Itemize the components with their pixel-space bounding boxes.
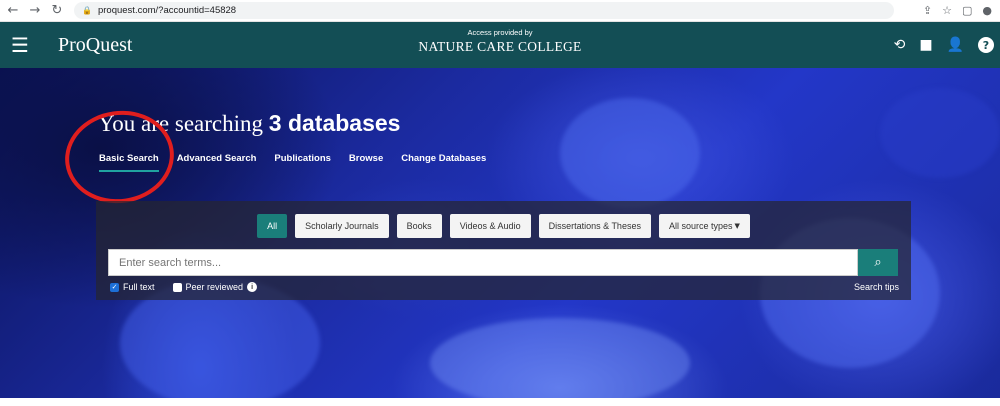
- full-text-checkbox[interactable]: ✓: [110, 282, 119, 292]
- search-tips-link[interactable]: Search tips: [854, 282, 899, 292]
- peer-reviewed-option[interactable]: Peer reviewed i: [172, 282, 258, 292]
- back-arrow-icon[interactable]: ←: [4, 2, 22, 20]
- filter-all[interactable]: All: [257, 214, 288, 238]
- search-input[interactable]: [108, 249, 858, 276]
- full-text-label: Full text: [123, 282, 155, 292]
- filter-scholarly-journals[interactable]: Scholarly Journals: [295, 214, 389, 238]
- hero-banner: You are searching 3 databases Basic Sear…: [0, 68, 1000, 406]
- app-header: ☰ ProQuest Access provided by NATURE CAR…: [0, 22, 1000, 68]
- search-button[interactable]: ⌕: [858, 249, 898, 276]
- provider-banner: Access provided by NATURE CARE COLLEGE: [0, 28, 1000, 56]
- footer-strip: [0, 398, 1000, 406]
- database-count: 3 databases: [268, 110, 401, 136]
- profile-icon[interactable]: ●: [982, 4, 992, 17]
- provider-label: Access provided by: [467, 28, 533, 37]
- filter-dissertations-theses[interactable]: Dissertations & Theses: [538, 214, 651, 238]
- star-icon[interactable]: ☆: [942, 4, 952, 17]
- lock-icon: 🔒: [82, 6, 92, 15]
- user-icon[interactable]: 👤: [947, 37, 964, 53]
- tab-change-databases[interactable]: Change Databases: [401, 153, 486, 172]
- dropdown-label: All source types: [668, 221, 733, 231]
- search-options: ✓ Full text Peer reviewed i: [110, 282, 258, 292]
- caret-down-icon: ▼: [734, 222, 740, 230]
- browser-toolbar: ← → ↻ 🔒 proquest.com/?accountid=45828 ⇪ …: [0, 0, 1000, 22]
- history-icon[interactable]: ⟲: [894, 37, 906, 53]
- help-icon[interactable]: ?: [978, 37, 994, 53]
- full-text-option[interactable]: ✓ Full text: [110, 282, 155, 292]
- search-panel: All Scholarly Journals Books Videos & Au…: [96, 201, 911, 300]
- tab-browse[interactable]: Browse: [349, 153, 383, 172]
- sidebar-panel-icon[interactable]: ▢: [962, 4, 972, 17]
- url-text: proquest.com/?accountid=45828: [97, 5, 237, 16]
- filter-books[interactable]: Books: [396, 214, 442, 238]
- tab-advanced-search[interactable]: Advanced Search: [177, 153, 257, 172]
- forward-arrow-icon[interactable]: →: [26, 2, 44, 20]
- tab-publications[interactable]: Publications: [274, 153, 330, 172]
- brand-logo[interactable]: ProQuest: [58, 34, 132, 57]
- search-icon: ⌕: [874, 255, 882, 270]
- menu-icon[interactable]: ☰: [0, 22, 40, 68]
- background-shape: [560, 98, 700, 208]
- source-type-filters: All Scholarly Journals Books Videos & Au…: [96, 214, 911, 238]
- reload-icon[interactable]: ↻: [48, 2, 66, 20]
- folder-icon[interactable]: ■: [919, 37, 932, 53]
- filter-videos-audio[interactable]: Videos & Audio: [449, 214, 531, 238]
- peer-reviewed-checkbox[interactable]: [172, 282, 182, 292]
- share-icon[interactable]: ⇪: [923, 4, 932, 17]
- background-shape: [880, 88, 1000, 178]
- info-icon[interactable]: i: [247, 282, 258, 292]
- address-bar[interactable]: 🔒 proquest.com/?accountid=45828: [74, 2, 894, 19]
- institution-name: NATURE CARE COLLEGE: [418, 39, 582, 54]
- peer-reviewed-label: Peer reviewed: [185, 282, 244, 292]
- filter-all-source-types-dropdown[interactable]: All source types ▼: [658, 214, 750, 238]
- background-shape: [430, 318, 690, 406]
